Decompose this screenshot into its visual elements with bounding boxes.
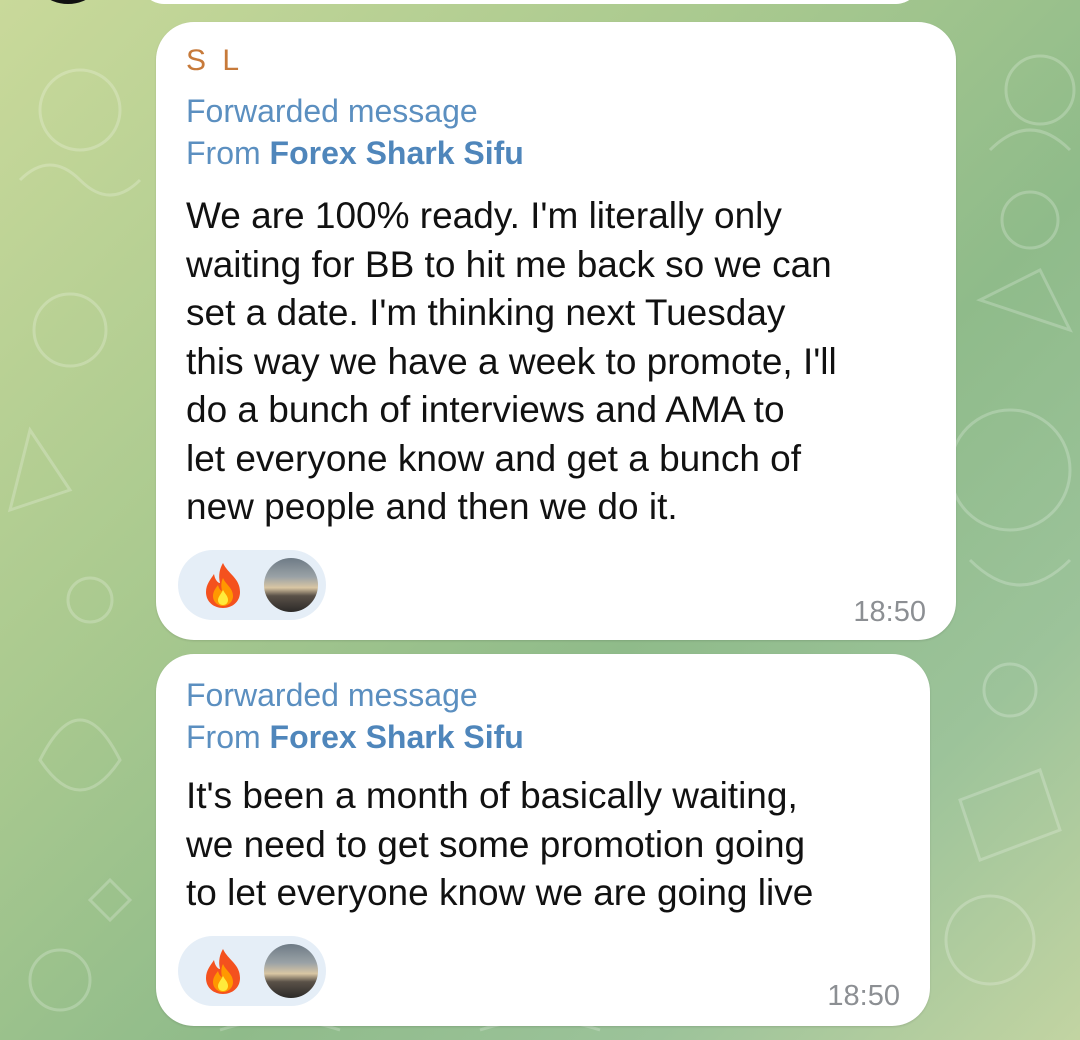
sender-name[interactable]: S L <box>186 44 243 78</box>
fire-icon <box>206 563 240 608</box>
forwarded-from[interactable]: From Forex Shark Sifu <box>186 716 524 758</box>
message-text: We are 100% ready. I'm literally only wa… <box>186 195 837 527</box>
reaction-pill[interactable] <box>178 550 326 620</box>
from-prefix: From <box>186 719 261 755</box>
from-prefix: From <box>186 135 261 171</box>
forwarded-label: Forwarded message <box>186 677 478 713</box>
previous-message-bubble[interactable] <box>140 0 920 4</box>
message-timestamp: 18:50 <box>853 596 926 628</box>
fire-icon <box>206 949 240 994</box>
reaction-pill[interactable] <box>178 936 326 1006</box>
message-bubble[interactable]: S L Forwarded message From Forex Shark S… <box>156 22 956 640</box>
message-bubble[interactable]: Forwarded message From Forex Shark Sifu … <box>156 654 930 1026</box>
forwarded-label: Forwarded message <box>186 93 478 129</box>
forward-header[interactable]: Forwarded message From Forex Shark Sifu <box>186 674 524 758</box>
forwarded-source-name[interactable]: Forex Shark Sifu <box>270 135 524 171</box>
forwarded-source-name[interactable]: Forex Shark Sifu <box>270 719 524 755</box>
avatar <box>264 558 318 612</box>
message-text: It's been a month of basically waiting, … <box>186 775 814 913</box>
forwarded-from[interactable]: From Forex Shark Sifu <box>186 132 524 174</box>
message-timestamp: 18:50 <box>827 980 900 1012</box>
avatar <box>264 944 318 998</box>
forward-header[interactable]: Forwarded message From Forex Shark Sifu <box>186 90 524 174</box>
